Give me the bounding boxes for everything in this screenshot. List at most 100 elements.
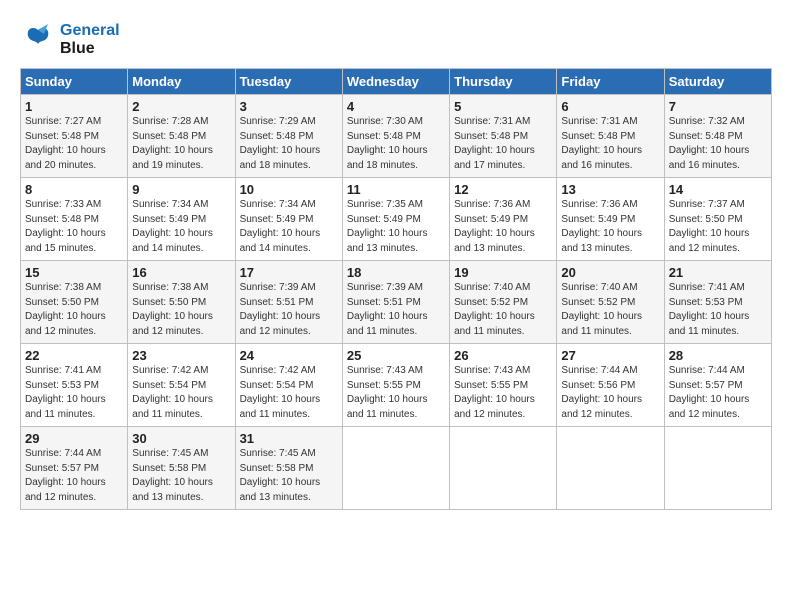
day-number: 28 [669, 348, 767, 363]
calendar-cell: 12Sunrise: 7:36 AMSunset: 5:49 PMDayligh… [450, 178, 557, 261]
calendar-cell: 13Sunrise: 7:36 AMSunset: 5:49 PMDayligh… [557, 178, 664, 261]
calendar-cell: 6Sunrise: 7:31 AMSunset: 5:48 PMDaylight… [557, 95, 664, 178]
logo-text-general: General [60, 22, 120, 40]
calendar-cell: 17Sunrise: 7:39 AMSunset: 5:51 PMDayligh… [235, 261, 342, 344]
day-number: 5 [454, 99, 552, 114]
logo-bird-icon [20, 22, 56, 58]
calendar-cell: 3Sunrise: 7:29 AMSunset: 5:48 PMDaylight… [235, 95, 342, 178]
cell-info: Sunrise: 7:35 AMSunset: 5:49 PMDaylight:… [347, 198, 445, 256]
calendar-cell: 22Sunrise: 7:41 AMSunset: 5:53 PMDayligh… [21, 344, 128, 427]
cell-info: Sunrise: 7:40 AMSunset: 5:52 PMDaylight:… [561, 281, 659, 339]
calendar-cell: 7Sunrise: 7:32 AMSunset: 5:48 PMDaylight… [664, 95, 771, 178]
calendar-cell: 20Sunrise: 7:40 AMSunset: 5:52 PMDayligh… [557, 261, 664, 344]
cell-info: Sunrise: 7:38 AMSunset: 5:50 PMDaylight:… [132, 281, 230, 339]
day-number: 11 [347, 182, 445, 197]
calendar-cell: 11Sunrise: 7:35 AMSunset: 5:49 PMDayligh… [342, 178, 449, 261]
cell-info: Sunrise: 7:42 AMSunset: 5:54 PMDaylight:… [132, 364, 230, 422]
cell-info: Sunrise: 7:28 AMSunset: 5:48 PMDaylight:… [132, 115, 230, 173]
col-header-wednesday: Wednesday [342, 69, 449, 95]
calendar-cell: 25Sunrise: 7:43 AMSunset: 5:55 PMDayligh… [342, 344, 449, 427]
calendar-cell: 31Sunrise: 7:45 AMSunset: 5:58 PMDayligh… [235, 427, 342, 510]
calendar-cell: 4Sunrise: 7:30 AMSunset: 5:48 PMDaylight… [342, 95, 449, 178]
col-header-saturday: Saturday [664, 69, 771, 95]
calendar-cell: 28Sunrise: 7:44 AMSunset: 5:57 PMDayligh… [664, 344, 771, 427]
col-header-friday: Friday [557, 69, 664, 95]
week-row-2: 8Sunrise: 7:33 AMSunset: 5:48 PMDaylight… [21, 178, 772, 261]
day-number: 10 [240, 182, 338, 197]
cell-info: Sunrise: 7:37 AMSunset: 5:50 PMDaylight:… [669, 198, 767, 256]
day-number: 12 [454, 182, 552, 197]
col-header-sunday: Sunday [21, 69, 128, 95]
day-number: 30 [132, 431, 230, 446]
day-number: 16 [132, 265, 230, 280]
week-row-1: 1Sunrise: 7:27 AMSunset: 5:48 PMDaylight… [21, 95, 772, 178]
cell-info: Sunrise: 7:38 AMSunset: 5:50 PMDaylight:… [25, 281, 123, 339]
day-number: 2 [132, 99, 230, 114]
calendar-cell [450, 427, 557, 510]
calendar-table: SundayMondayTuesdayWednesdayThursdayFrid… [20, 68, 772, 510]
calendar-cell [557, 427, 664, 510]
day-number: 1 [25, 99, 123, 114]
day-number: 18 [347, 265, 445, 280]
day-number: 15 [25, 265, 123, 280]
day-number: 31 [240, 431, 338, 446]
cell-info: Sunrise: 7:39 AMSunset: 5:51 PMDaylight:… [240, 281, 338, 339]
calendar-cell: 5Sunrise: 7:31 AMSunset: 5:48 PMDaylight… [450, 95, 557, 178]
cell-info: Sunrise: 7:44 AMSunset: 5:56 PMDaylight:… [561, 364, 659, 422]
col-header-thursday: Thursday [450, 69, 557, 95]
cell-info: Sunrise: 7:32 AMSunset: 5:48 PMDaylight:… [669, 115, 767, 173]
week-row-4: 22Sunrise: 7:41 AMSunset: 5:53 PMDayligh… [21, 344, 772, 427]
day-number: 13 [561, 182, 659, 197]
cell-info: Sunrise: 7:34 AMSunset: 5:49 PMDaylight:… [132, 198, 230, 256]
day-number: 8 [25, 182, 123, 197]
calendar-cell: 24Sunrise: 7:42 AMSunset: 5:54 PMDayligh… [235, 344, 342, 427]
calendar-cell: 23Sunrise: 7:42 AMSunset: 5:54 PMDayligh… [128, 344, 235, 427]
cell-info: Sunrise: 7:43 AMSunset: 5:55 PMDaylight:… [454, 364, 552, 422]
day-number: 23 [132, 348, 230, 363]
cell-info: Sunrise: 7:42 AMSunset: 5:54 PMDaylight:… [240, 364, 338, 422]
cell-info: Sunrise: 7:33 AMSunset: 5:48 PMDaylight:… [25, 198, 123, 256]
day-number: 25 [347, 348, 445, 363]
day-number: 27 [561, 348, 659, 363]
calendar-cell: 14Sunrise: 7:37 AMSunset: 5:50 PMDayligh… [664, 178, 771, 261]
cell-info: Sunrise: 7:43 AMSunset: 5:55 PMDaylight:… [347, 364, 445, 422]
col-header-monday: Monday [128, 69, 235, 95]
day-number: 17 [240, 265, 338, 280]
cell-info: Sunrise: 7:36 AMSunset: 5:49 PMDaylight:… [454, 198, 552, 256]
cell-info: Sunrise: 7:34 AMSunset: 5:49 PMDaylight:… [240, 198, 338, 256]
calendar-cell: 26Sunrise: 7:43 AMSunset: 5:55 PMDayligh… [450, 344, 557, 427]
logo-text-blue: Blue [60, 40, 120, 58]
cell-info: Sunrise: 7:30 AMSunset: 5:48 PMDaylight:… [347, 115, 445, 173]
logo: General Blue [20, 22, 120, 58]
week-row-3: 15Sunrise: 7:38 AMSunset: 5:50 PMDayligh… [21, 261, 772, 344]
calendar-cell: 8Sunrise: 7:33 AMSunset: 5:48 PMDaylight… [21, 178, 128, 261]
calendar-cell: 2Sunrise: 7:28 AMSunset: 5:48 PMDaylight… [128, 95, 235, 178]
cell-info: Sunrise: 7:41 AMSunset: 5:53 PMDaylight:… [25, 364, 123, 422]
cell-info: Sunrise: 7:40 AMSunset: 5:52 PMDaylight:… [454, 281, 552, 339]
main-container: General Blue General Blue General Blue [0, 0, 792, 520]
calendar-cell: 16Sunrise: 7:38 AMSunset: 5:50 PMDayligh… [128, 261, 235, 344]
day-number: 14 [669, 182, 767, 197]
cell-info: Sunrise: 7:31 AMSunset: 5:48 PMDaylight:… [561, 115, 659, 173]
calendar-cell: 18Sunrise: 7:39 AMSunset: 5:51 PMDayligh… [342, 261, 449, 344]
cell-info: Sunrise: 7:27 AMSunset: 5:48 PMDaylight:… [25, 115, 123, 173]
cell-info: Sunrise: 7:44 AMSunset: 5:57 PMDaylight:… [25, 447, 123, 505]
calendar-cell: 19Sunrise: 7:40 AMSunset: 5:52 PMDayligh… [450, 261, 557, 344]
calendar-cell: 30Sunrise: 7:45 AMSunset: 5:58 PMDayligh… [128, 427, 235, 510]
cell-info: Sunrise: 7:41 AMSunset: 5:53 PMDaylight:… [669, 281, 767, 339]
day-number: 26 [454, 348, 552, 363]
day-number: 9 [132, 182, 230, 197]
week-row-5: 29Sunrise: 7:44 AMSunset: 5:57 PMDayligh… [21, 427, 772, 510]
header: General Blue General Blue General Blue [20, 18, 772, 58]
col-header-tuesday: Tuesday [235, 69, 342, 95]
calendar-cell: 10Sunrise: 7:34 AMSunset: 5:49 PMDayligh… [235, 178, 342, 261]
day-number: 20 [561, 265, 659, 280]
day-number: 6 [561, 99, 659, 114]
day-number: 22 [25, 348, 123, 363]
day-number: 4 [347, 99, 445, 114]
day-number: 19 [454, 265, 552, 280]
day-number: 29 [25, 431, 123, 446]
day-number: 7 [669, 99, 767, 114]
cell-info: Sunrise: 7:31 AMSunset: 5:48 PMDaylight:… [454, 115, 552, 173]
calendar-cell: 27Sunrise: 7:44 AMSunset: 5:56 PMDayligh… [557, 344, 664, 427]
